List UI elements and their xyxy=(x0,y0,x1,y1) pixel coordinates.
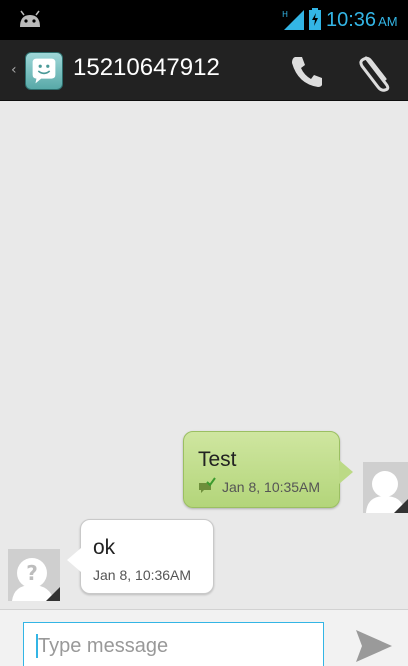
avatar-corner xyxy=(394,499,408,513)
send-button[interactable] xyxy=(356,630,392,662)
contact-avatar[interactable]: ? xyxy=(8,549,60,601)
bubble-tail xyxy=(67,548,81,572)
action-bar: ‹ 15210647912 xyxy=(0,40,408,101)
contact-avatar-icon[interactable] xyxy=(25,52,63,90)
attach-icon xyxy=(359,56,390,92)
up-navigation-icon[interactable]: ‹ xyxy=(11,62,17,78)
svg-text:?: ? xyxy=(26,561,38,585)
call-button[interactable] xyxy=(286,52,328,90)
message-input[interactable] xyxy=(38,631,308,661)
delivered-icon xyxy=(199,477,216,493)
svg-text:H: H xyxy=(282,10,288,19)
status-time: 10:36 AM xyxy=(326,9,398,32)
send-icon xyxy=(356,630,392,662)
status-bar: H 10:36 AM xyxy=(0,0,408,40)
message-input-container[interactable] xyxy=(23,622,324,666)
message-text: ok xyxy=(93,536,116,559)
outgoing-message-bubble[interactable]: Test Jan 8, 10:35AM xyxy=(183,431,353,508)
status-time-value: 10:36 xyxy=(326,9,377,31)
android-icon xyxy=(20,10,40,27)
message-timestamp: Jan 8, 10:35AM xyxy=(222,479,321,495)
compose-bar xyxy=(0,609,408,666)
message-text: Test xyxy=(198,448,237,471)
bubble-tail xyxy=(339,460,353,484)
conversation-title: 15210647912 xyxy=(73,54,220,81)
avatar-corner xyxy=(46,587,60,601)
my-avatar xyxy=(363,462,408,513)
conversation-list: Test Jan 8, 10:35AM ok Jan 8, 10:36AM ? xyxy=(0,101,408,609)
message-timestamp: Jan 8, 10:36AM xyxy=(93,567,192,583)
status-time-ampm: AM xyxy=(378,14,398,29)
battery-icon xyxy=(309,8,321,30)
call-icon xyxy=(292,57,322,87)
incoming-message-bubble[interactable]: ok Jan 8, 10:36AM xyxy=(67,519,214,594)
attach-button[interactable] xyxy=(356,50,396,92)
signal-icon: H xyxy=(282,10,304,30)
